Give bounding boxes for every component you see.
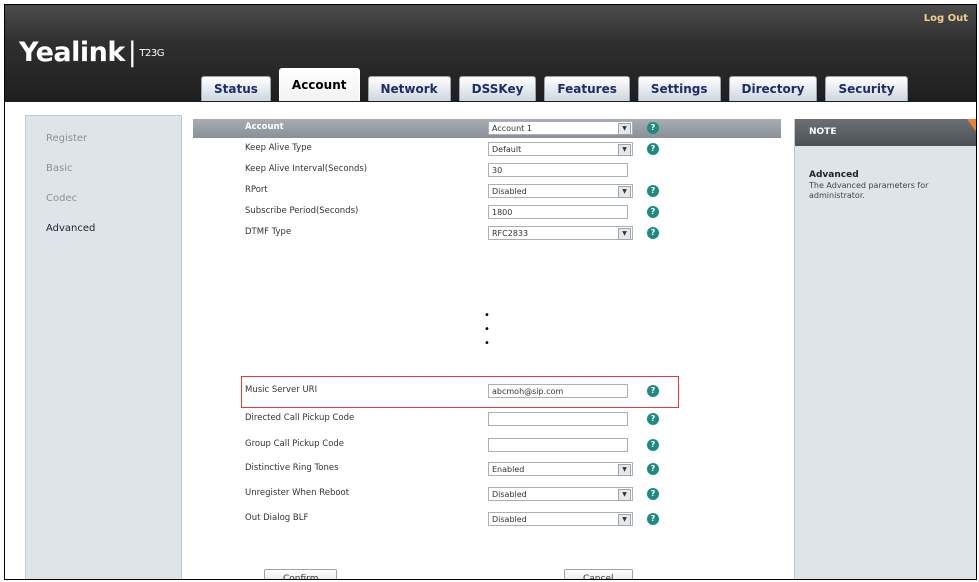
- note-header: NOTE: [795, 119, 976, 146]
- subscribe-period-value: 1800: [492, 208, 513, 217]
- directed-call-pickup-row: Directed Call Pickup Code ?: [193, 410, 781, 430]
- chevron-down-icon: ▼: [618, 464, 631, 476]
- tab-status[interactable]: Status: [201, 76, 271, 101]
- tab-account[interactable]: Account: [278, 68, 360, 101]
- music-server-uri-row: Music Server URI abcmoh@sip.com ?: [193, 382, 781, 402]
- keep-alive-interval-input[interactable]: 30: [488, 163, 628, 177]
- help-icon[interactable]: ?: [647, 488, 659, 500]
- unregister-when-reboot-label: Unregister When Reboot: [245, 488, 350, 498]
- help-icon[interactable]: ?: [647, 463, 659, 475]
- note-heading: NOTE: [809, 127, 837, 137]
- help-icon[interactable]: ?: [647, 206, 659, 218]
- note-body: The Advanced parameters for administrato…: [809, 181, 929, 200]
- sidebar-item-register[interactable]: Register: [26, 124, 181, 154]
- keep-alive-type-label: Keep Alive Type: [245, 143, 312, 153]
- group-call-pickup-input[interactable]: [488, 438, 628, 452]
- unregister-when-reboot-select[interactable]: Disabled ▼: [488, 487, 633, 501]
- note-title: Advanced: [809, 170, 859, 180]
- sidebar: Register Basic Codec Advanced: [25, 115, 182, 579]
- music-server-uri-label: Music Server URI: [245, 385, 318, 395]
- logout-link[interactable]: Log Out: [924, 13, 968, 24]
- help-icon[interactable]: ?: [647, 385, 659, 397]
- chevron-down-icon: ▼: [618, 228, 631, 240]
- tab-settings[interactable]: Settings: [637, 76, 721, 101]
- rport-value: Disabled: [492, 187, 527, 196]
- subscribe-period-input[interactable]: 1800: [488, 205, 628, 219]
- directed-call-pickup-input[interactable]: [488, 412, 628, 426]
- rport-label: RPort: [245, 185, 268, 195]
- corner-flag-icon: [967, 119, 976, 133]
- help-icon[interactable]: ?: [647, 143, 659, 155]
- keep-alive-type-value: Default: [492, 145, 522, 154]
- rport-select[interactable]: Disabled ▼: [488, 184, 633, 198]
- help-icon[interactable]: ?: [647, 413, 659, 425]
- chevron-down-icon: ▼: [618, 123, 631, 135]
- account-label: Account: [245, 122, 284, 132]
- rport-row: RPort Disabled ▼ ?: [193, 182, 781, 202]
- confirm-button[interactable]: Confirm: [264, 569, 338, 579]
- header-bar: Yealink | T23G Log Out Status Account Netw…: [5, 5, 976, 102]
- subscribe-period-row: Subscribe Period(Seconds) 1800 ?: [193, 203, 781, 223]
- keep-alive-interval-row: Keep Alive Interval(Seconds) 30: [193, 161, 781, 181]
- help-icon[interactable]: ?: [647, 185, 659, 197]
- account-header-row: Account Account 1 ▼ ?: [193, 119, 781, 138]
- music-server-uri-value: abcmoh@sip.com: [492, 387, 564, 396]
- logo-model: T23G: [139, 48, 164, 59]
- yealink-logo: Yealink | T23G: [19, 37, 164, 68]
- ellipsis-dot: •: [484, 324, 490, 335]
- keep-alive-type-select[interactable]: Default ▼: [488, 142, 633, 156]
- unregister-when-reboot-value: Disabled: [492, 490, 527, 499]
- keep-alive-type-row: Keep Alive Type Default ▼ ?: [193, 140, 781, 160]
- ellipsis-dot: •: [484, 310, 490, 321]
- logo-separator: |: [127, 37, 137, 68]
- out-dialog-blf-value: Disabled: [492, 515, 527, 524]
- dtmf-type-value: RFC2833: [492, 229, 529, 238]
- help-icon[interactable]: ?: [647, 439, 659, 451]
- account-select[interactable]: Account 1 ▼: [488, 121, 633, 135]
- keep-alive-interval-label: Keep Alive Interval(Seconds): [245, 164, 368, 174]
- help-icon[interactable]: ?: [647, 122, 659, 134]
- chevron-down-icon: ▼: [618, 144, 631, 156]
- distinctive-ring-tones-value: Enabled: [492, 465, 525, 474]
- subscribe-period-label: Subscribe Period(Seconds): [245, 206, 359, 216]
- chevron-down-icon: ▼: [618, 489, 631, 501]
- out-dialog-blf-select[interactable]: Disabled ▼: [488, 512, 633, 526]
- chevron-down-icon: ▼: [618, 186, 631, 198]
- tab-features[interactable]: Features: [544, 76, 630, 101]
- browser-frame: Yealink | T23G Log Out Status Account Netw…: [4, 4, 977, 580]
- directed-call-pickup-label: Directed Call Pickup Code: [245, 413, 355, 423]
- ellipsis-dot: •: [484, 338, 490, 349]
- out-dialog-blf-row: Out Dialog BLF Disabled ▼ ?: [193, 510, 781, 530]
- group-call-pickup-label: Group Call Pickup Code: [245, 439, 345, 449]
- sidebar-item-advanced[interactable]: Advanced: [26, 214, 181, 244]
- help-icon[interactable]: ?: [647, 513, 659, 525]
- distinctive-ring-tones-label: Distinctive Ring Tones: [245, 463, 339, 473]
- dtmf-type-row: DTMF Type RFC2833 ▼ ?: [193, 224, 781, 244]
- cancel-button[interactable]: Cancel: [564, 569, 633, 579]
- tab-security[interactable]: Security: [825, 76, 908, 101]
- account-select-value: Account 1: [492, 124, 532, 133]
- tab-directory[interactable]: Directory: [728, 76, 818, 101]
- distinctive-ring-tones-row: Distinctive Ring Tones Enabled ▼ ?: [193, 460, 781, 480]
- dtmf-type-select[interactable]: RFC2833 ▼: [488, 226, 633, 240]
- sidebar-item-basic[interactable]: Basic: [26, 154, 181, 184]
- distinctive-ring-tones-select[interactable]: Enabled ▼: [488, 462, 633, 476]
- chevron-down-icon: ▼: [618, 514, 631, 526]
- sidebar-item-codec[interactable]: Codec: [26, 184, 181, 214]
- note-panel: NOTE Advanced The Advanced parameters fo…: [794, 119, 976, 579]
- group-call-pickup-row: Group Call Pickup Code ?: [193, 436, 781, 456]
- help-icon[interactable]: ?: [647, 227, 659, 239]
- main-tabs: Status Account Network DSSKey Features S…: [201, 68, 916, 101]
- keep-alive-interval-value: 30: [492, 166, 503, 175]
- tab-dsskey[interactable]: DSSKey: [458, 76, 537, 101]
- tab-network[interactable]: Network: [367, 76, 451, 101]
- logo-name: Yealink: [19, 37, 125, 68]
- out-dialog-blf-label: Out Dialog BLF: [245, 513, 309, 523]
- music-server-uri-input[interactable]: abcmoh@sip.com: [488, 384, 628, 398]
- ellipsis-indicator: • • •: [193, 309, 781, 351]
- dtmf-type-label: DTMF Type: [245, 227, 292, 237]
- unregister-when-reboot-row: Unregister When Reboot Disabled ▼ ?: [193, 485, 781, 505]
